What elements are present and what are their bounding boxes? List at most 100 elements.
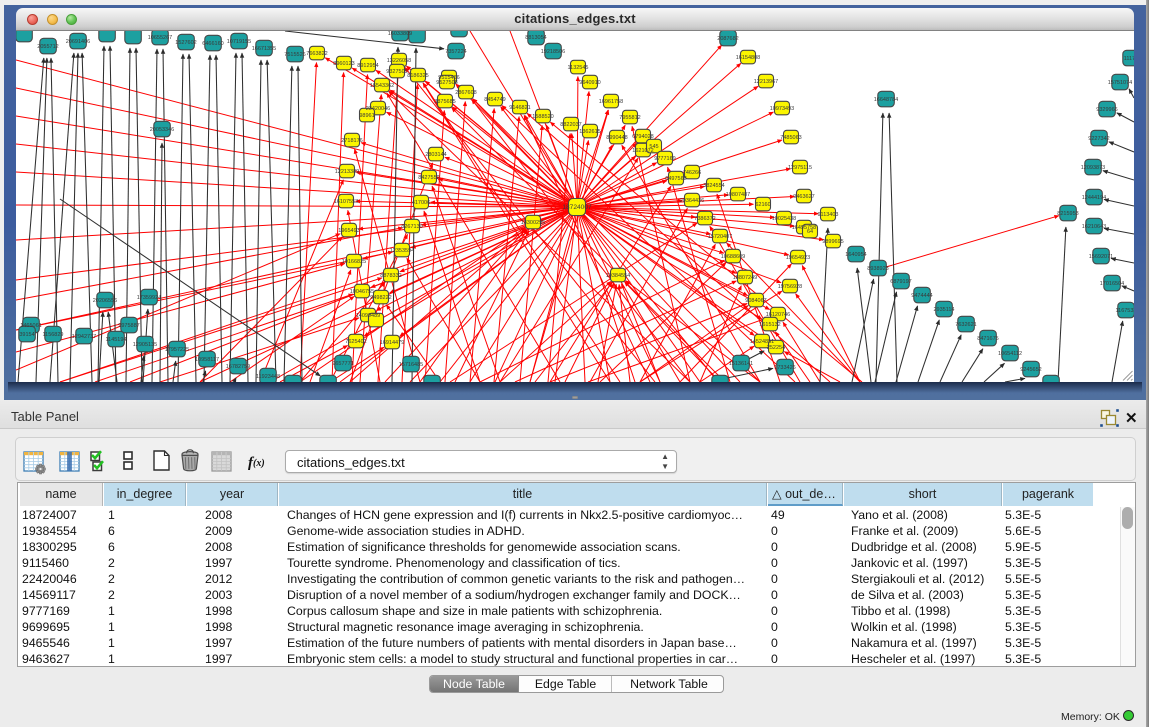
svg-text:17957225: 17957225: [165, 347, 189, 353]
svg-text:6879197: 6879197: [890, 279, 911, 285]
svg-text:16033809: 16033809: [388, 31, 412, 37]
svg-text:2718176: 2718176: [341, 138, 362, 144]
svg-text:12942737: 12942737: [72, 334, 96, 340]
svg-text:19218506: 19218506: [541, 49, 565, 55]
svg-text:10973493: 10973493: [770, 106, 794, 112]
svg-text:2935114: 2935114: [933, 307, 954, 313]
svg-text:13226058: 13226058: [387, 58, 411, 64]
svg-text:1615132: 1615132: [759, 322, 780, 328]
svg-text:3824554: 3824554: [703, 183, 724, 189]
svg-text:10025438: 10025438: [772, 216, 796, 222]
svg-text:7632621: 7632621: [955, 322, 976, 328]
svg-text:15692071: 15692071: [1089, 254, 1113, 260]
svg-text:16961758: 16961758: [599, 99, 623, 105]
svg-text:9327505: 9327505: [386, 69, 407, 75]
svg-text:8878332: 8878332: [380, 273, 401, 279]
svg-text:545: 545: [649, 144, 658, 150]
svg-text:16107553: 16107553: [334, 199, 358, 205]
svg-text:23420046: 23420046: [366, 106, 390, 112]
svg-text:12975115: 12975115: [788, 165, 812, 171]
svg-text:8215953: 8215953: [1057, 211, 1078, 217]
svg-text:9245652: 9245652: [1020, 367, 1041, 373]
svg-text:9474444: 9474444: [911, 293, 932, 299]
svg-text:9899695: 9899695: [822, 239, 843, 245]
svg-text:1640954: 1640954: [845, 252, 866, 258]
svg-text:11923448: 11923448: [256, 374, 280, 380]
svg-text:19756928: 19756928: [778, 284, 802, 290]
svg-text:16154808: 16154808: [736, 55, 760, 61]
svg-text:62160: 62160: [755, 202, 770, 208]
svg-text:1465061: 1465061: [20, 323, 41, 329]
svg-text:1145194: 1145194: [105, 337, 126, 343]
svg-text:16543362: 16543362: [370, 83, 394, 89]
svg-text:8990448: 8990448: [606, 135, 627, 141]
svg-text:6794028: 6794028: [632, 134, 653, 140]
svg-text:9329966: 9329966: [1096, 107, 1117, 113]
svg-text:9640910: 9640910: [579, 80, 600, 86]
svg-text:16782759: 16782759: [226, 364, 250, 370]
svg-text:8427552: 8427552: [418, 175, 439, 181]
svg-text:98961: 98961: [359, 113, 374, 119]
svg-text:1362615: 1362615: [579, 129, 600, 135]
svg-text:252254: 252254: [767, 345, 785, 351]
svg-text:10719155: 10719155: [227, 39, 251, 45]
svg-text:17016504: 17016504: [1100, 281, 1124, 287]
svg-text:20053346: 20053346: [150, 127, 174, 133]
svg-text:12093873: 12093873: [1081, 165, 1105, 171]
svg-text:16914479: 16914479: [380, 340, 404, 346]
svg-text:7515526: 7515526: [284, 52, 305, 58]
svg-text:19166825: 19166825: [342, 259, 366, 265]
svg-text:16671355: 16671355: [252, 46, 276, 52]
svg-text:1132545: 1132545: [567, 65, 588, 71]
svg-text:3875685: 3875685: [434, 99, 455, 105]
svg-text:7955812: 7955812: [619, 115, 640, 121]
svg-text:16210643: 16210643: [1082, 224, 1106, 230]
svg-text:10807487: 10807487: [726, 192, 750, 198]
svg-text:10655267: 10655267: [148, 35, 172, 41]
svg-text:9657771: 9657771: [332, 361, 353, 367]
svg-text:2867608: 2867608: [455, 90, 476, 96]
svg-text:8186325: 8186325: [407, 73, 428, 79]
svg-text:7386372: 7386372: [694, 216, 715, 222]
svg-text:12905135: 12905135: [133, 342, 157, 348]
svg-text:10688609: 10688609: [721, 254, 745, 260]
svg-text:2055712: 2055712: [37, 44, 58, 50]
svg-text:18724007: 18724007: [562, 204, 592, 211]
svg-text:1588520: 1588520: [532, 114, 553, 120]
svg-text:10654112: 10654112: [998, 351, 1022, 357]
svg-text:18300295: 18300295: [521, 220, 545, 226]
svg-text:7357224: 7357224: [445, 49, 466, 55]
svg-text:19654923: 19654923: [786, 255, 810, 261]
svg-text:14099489: 14099489: [356, 313, 380, 319]
svg-text:6466160: 6466160: [202, 41, 223, 47]
svg-text:8454749: 8454749: [484, 97, 505, 103]
svg-text:15716485: 15716485: [399, 362, 423, 368]
svg-text:9975887: 9975887: [118, 323, 139, 329]
svg-text:20206556: 20206556: [93, 298, 117, 304]
svg-text:9527508: 9527508: [436, 80, 457, 86]
svg-text:7485063: 7485063: [780, 135, 801, 141]
svg-text:12213389: 12213389: [335, 169, 359, 175]
svg-text:8267130: 8267130: [401, 224, 422, 230]
svg-text:15720407: 15720407: [708, 234, 732, 240]
svg-text:20691406: 20691406: [66, 39, 90, 45]
svg-text:12353594: 12353594: [390, 248, 414, 254]
svg-text:39154: 39154: [19, 332, 34, 338]
svg-text:8822037: 8822037: [560, 122, 581, 128]
svg-text:8938923: 8938923: [867, 266, 888, 272]
svg-text:15136141: 15136141: [729, 361, 753, 367]
svg-text:9146821: 9146821: [509, 105, 530, 111]
svg-text:9463627: 9463627: [793, 194, 814, 200]
svg-text:8912954: 8912954: [357, 63, 378, 69]
svg-text:19384554: 19384554: [606, 273, 630, 279]
svg-text:746266: 746266: [683, 170, 701, 176]
svg-text:7625402: 7625402: [345, 339, 366, 345]
svg-text:64: 64: [807, 229, 813, 235]
svg-text:16120746: 16120746: [766, 312, 790, 318]
svg-text:9227342: 9227342: [1088, 136, 1109, 142]
svg-text:7663822: 7663822: [306, 51, 327, 57]
svg-text:18807249: 18807249: [733, 275, 757, 281]
svg-text:12444194: 12444194: [1082, 195, 1106, 201]
svg-text:1965493: 1965493: [338, 228, 359, 234]
svg-text:2803144: 2803144: [425, 152, 446, 158]
